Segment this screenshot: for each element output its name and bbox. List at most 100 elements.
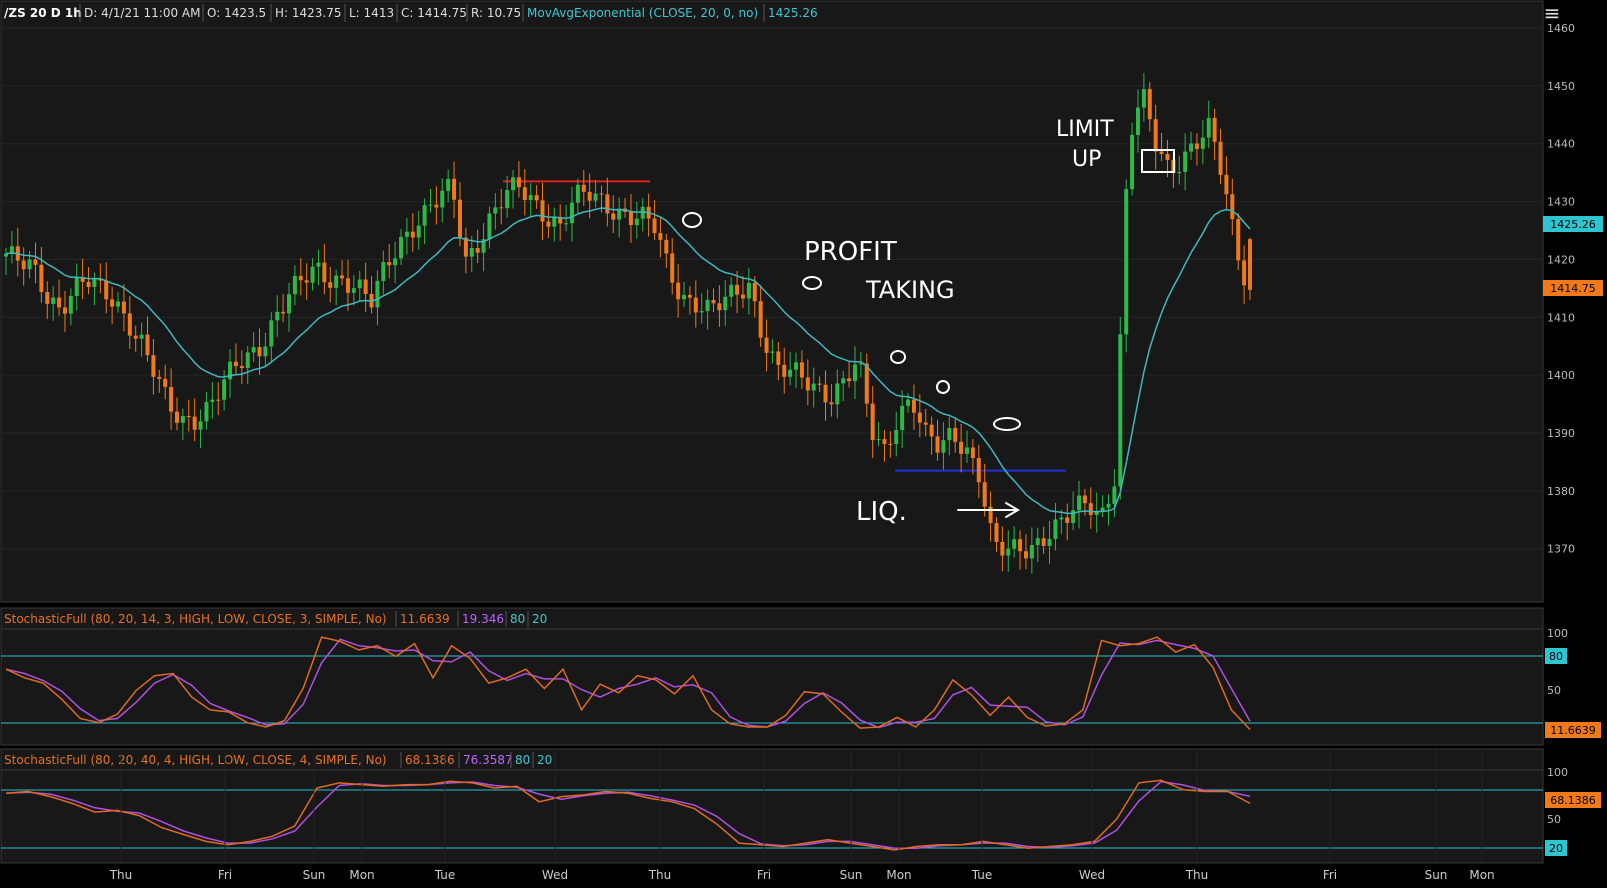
candle-body <box>676 282 681 300</box>
candle-body <box>74 277 79 297</box>
price-tick: 1450 <box>1547 80 1575 93</box>
study-label[interactable]: MovAvgExponential (CLOSE, 20, 0, no) <box>527 6 758 20</box>
price-tick: 1430 <box>1547 196 1575 209</box>
candle-body <box>528 195 533 200</box>
time-tick: Tue <box>434 868 456 882</box>
candle-body <box>21 260 26 270</box>
candle-body <box>758 301 763 338</box>
candle-body <box>345 278 350 293</box>
candle-body <box>393 258 398 266</box>
candle-body <box>652 218 657 234</box>
time-tick: Mon <box>349 868 374 882</box>
candle-body <box>522 187 527 200</box>
candle-body <box>511 177 516 190</box>
candle-body <box>180 415 185 423</box>
candle-body <box>1141 89 1146 108</box>
candle <box>1118 316 1123 500</box>
stoch2-last-tag-label: 68.1386 <box>1550 794 1596 807</box>
candle-body <box>835 383 840 405</box>
ema-tag-label: 1425.26 <box>1550 218 1596 231</box>
candle-body <box>841 378 846 384</box>
candle-body <box>45 291 50 304</box>
candle-body <box>404 231 409 237</box>
candle-body <box>216 399 221 401</box>
time-tick: Wed <box>542 868 568 882</box>
candle-body <box>157 376 162 379</box>
candle-body <box>693 297 698 313</box>
candle-body <box>233 361 238 367</box>
candle-body <box>1135 107 1140 135</box>
candle-body <box>363 279 368 294</box>
candle-body <box>68 296 73 314</box>
candle-body <box>823 384 828 403</box>
stoch1-last-tag-label: 11.6639 <box>1550 724 1596 737</box>
candle-body <box>876 439 881 441</box>
candle-body <box>811 383 816 391</box>
candle-body <box>735 284 740 295</box>
candle-body <box>104 280 109 300</box>
annotation-taking: TAKING <box>865 276 955 304</box>
candle-body <box>581 184 586 192</box>
candle-body <box>57 297 62 308</box>
stoch1-label[interactable]: StochasticFull (80, 20, 14, 3, HIGH, LOW… <box>4 612 387 626</box>
candle-body <box>1018 539 1023 552</box>
candle-body <box>1029 545 1034 559</box>
candle-body <box>245 352 250 369</box>
candle-body <box>770 351 775 353</box>
drawing-tools-icon[interactable]: ≡ <box>1538 0 1566 28</box>
candle-body <box>965 447 970 454</box>
candle-body <box>882 439 887 444</box>
stoch1-under: 20 <box>532 612 547 626</box>
candle-body <box>552 216 557 227</box>
candle-body <box>110 299 115 307</box>
candle-body <box>33 259 38 265</box>
candle-body <box>228 361 233 380</box>
stoch1-tick-50: 50 <box>1547 684 1561 697</box>
candle-body <box>935 436 940 453</box>
price-tick: 1440 <box>1547 138 1575 151</box>
candle-body <box>222 379 227 400</box>
candle-body <box>1130 134 1135 190</box>
candle-body <box>139 334 144 339</box>
stoch1-d-value: 19.346 <box>462 612 504 626</box>
header-bar: /ZS 20 D 1h D: 4/1/21 11:00 AM O: 1423.5… <box>4 4 818 22</box>
stoch2-label[interactable]: StochasticFull (80, 20, 40, 4, HIGH, LOW… <box>4 753 387 767</box>
candle-body <box>746 282 751 299</box>
candle-body <box>1088 503 1093 515</box>
candle-body <box>864 363 869 404</box>
time-tick: Mon <box>1469 868 1494 882</box>
candle-body <box>1124 189 1129 335</box>
candle-body <box>1077 495 1082 511</box>
candle-body <box>782 364 787 377</box>
candle-body <box>1153 119 1158 152</box>
candle-body <box>1242 260 1247 286</box>
price-pane[interactable] <box>0 0 1544 603</box>
candle-body <box>658 233 663 240</box>
candle-body <box>186 415 191 417</box>
symbol-label[interactable]: /ZS 20 D 1h <box>4 6 82 20</box>
stoch1-over: 80 <box>510 612 525 626</box>
candle-body <box>263 346 268 357</box>
candle-body <box>1112 486 1117 504</box>
time-tick: Thu <box>1185 868 1209 882</box>
candle-body <box>1100 507 1105 511</box>
stoch2-under: 20 <box>537 753 552 767</box>
time-tick: Thu <box>648 868 672 882</box>
candle-body <box>328 282 333 288</box>
time-tick: Tue <box>971 868 993 882</box>
chart-canvas: 1460145014401430142014101400139013801370… <box>0 0 1603 882</box>
candle-body <box>163 378 168 387</box>
candle-body <box>198 421 203 430</box>
candle-body <box>829 402 834 405</box>
candle-body <box>569 202 574 224</box>
stoch1-header: StochasticFull (80, 20, 14, 3, HIGH, LOW… <box>4 611 547 627</box>
candle-body <box>127 313 132 336</box>
stoch2-under-tag-label: 20 <box>1549 842 1563 855</box>
candle-body <box>475 248 480 253</box>
candle-body <box>192 416 197 430</box>
candle-body <box>239 366 244 369</box>
candle-body <box>340 275 345 279</box>
candle-body <box>116 301 121 307</box>
candle-body <box>776 351 781 365</box>
candle-body <box>399 236 404 259</box>
